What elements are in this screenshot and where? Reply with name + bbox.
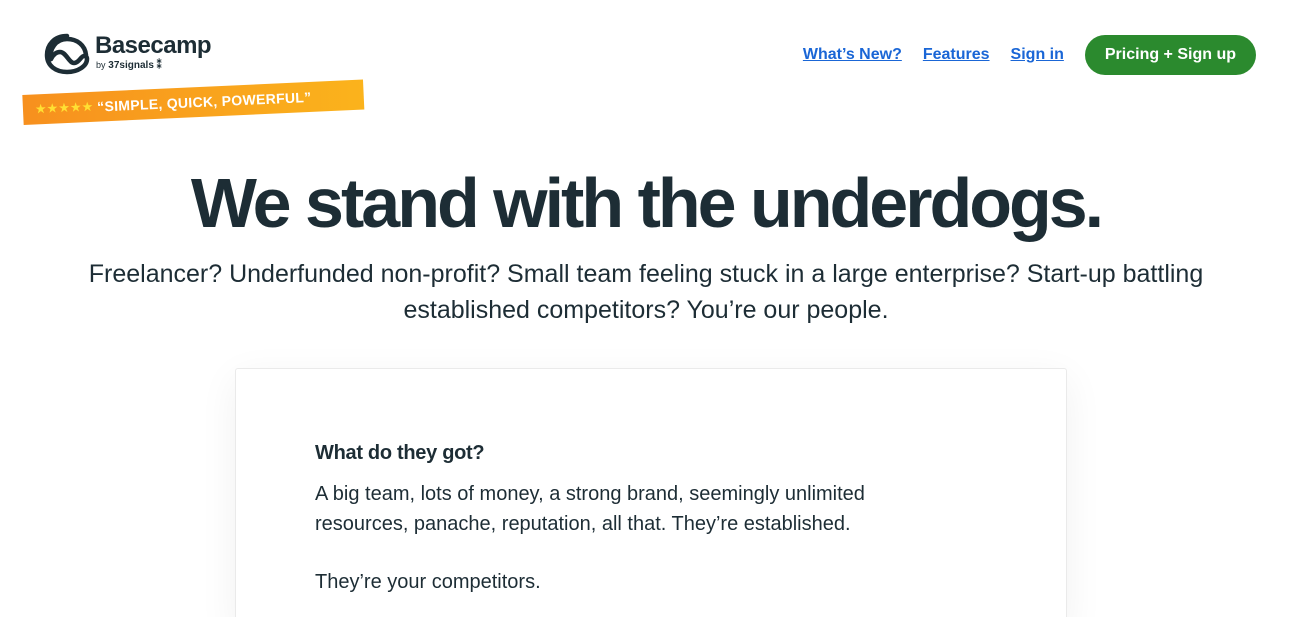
brand-name: Basecamp	[95, 32, 212, 59]
brand-by-prefix: by	[96, 60, 106, 70]
hero-subhead-line-2: established competitors? You’re our peop…	[403, 296, 889, 324]
nav-link-features[interactable]: Features	[923, 46, 990, 64]
brand-text: Basecamp by 37signals ⁑	[95, 32, 212, 72]
nav-link-sign-in[interactable]: Sign in	[1011, 46, 1064, 64]
card-heading: What do they got?	[315, 442, 485, 464]
brand-byline: by 37signals ⁑	[96, 59, 211, 72]
nav-link-whats-new[interactable]: What’s New?	[803, 46, 902, 64]
review-quote: “SIMPLE, QUICK, POWERFUL”	[96, 88, 312, 115]
card-paragraph: A big team, lots of money, a strong bran…	[315, 483, 865, 535]
hero-subhead: Freelancer? Underfunded non-profit? Smal…	[40, 256, 1252, 328]
rating-stars-icon: ★★★★★	[34, 98, 94, 117]
brand-company: 37signals	[108, 60, 154, 71]
review-ribbon: ★★★★★ “SIMPLE, QUICK, POWERFUL”	[22, 79, 365, 125]
content-card: What do they got? A big team, lots of mo…	[235, 368, 1067, 617]
basecamp-logo-icon	[44, 33, 90, 75]
card-paragraph-2: They’re your competitors.	[315, 571, 541, 593]
hero-subhead-line-1: Freelancer? Underfunded non-profit? Smal…	[88, 260, 1204, 288]
top-nav: What’s New? Features Sign in Pricing + S…	[803, 35, 1256, 75]
brand-logo[interactable]: Basecamp by 37signals ⁑	[44, 32, 212, 75]
hero-headline: We stand with the underdogs.	[190, 164, 1104, 242]
pricing-signup-button[interactable]: Pricing + Sign up	[1084, 35, 1256, 75]
card-body: What do they got? A big team, lots of mo…	[315, 441, 915, 597]
signals-mark-icon: ⁑	[156, 60, 162, 71]
